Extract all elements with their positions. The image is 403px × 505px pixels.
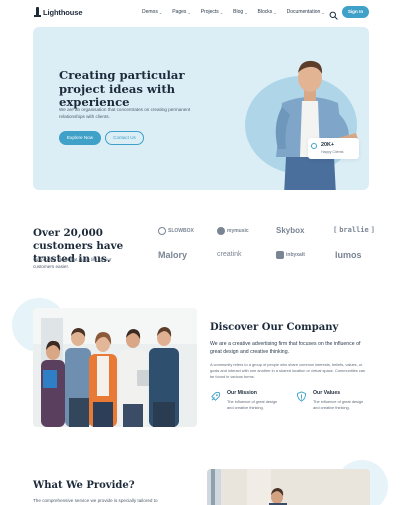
mission-description: The influence of great design and creati… xyxy=(227,399,278,411)
logo-text: Lighthouse xyxy=(43,7,83,17)
search-icon[interactable] xyxy=(329,7,338,20)
mission-title: Our Mission xyxy=(227,390,257,396)
brand-name: mymusic xyxy=(227,228,249,234)
menu-item-projects[interactable]: Projects ⌄ xyxy=(201,9,223,15)
brand-name: inbyxalt xyxy=(286,252,305,258)
team-illustration xyxy=(33,308,197,427)
brand-logo-skybox: Skybox xyxy=(276,226,304,235)
rocket-icon xyxy=(211,391,221,401)
hero-person-image xyxy=(275,60,358,190)
stat-label: Happy Clients xyxy=(321,150,344,154)
main-menu: Demos ⌄ Pages ⌄ Projects ⌄ Blog ⌄ Blocks ⌄ Do… xyxy=(142,9,325,15)
values-description: The influence of great design and creati… xyxy=(313,399,364,411)
brand-name: lumos xyxy=(335,250,362,260)
hero-title: Creating particular project ideas with e… xyxy=(59,68,185,109)
menu-label: Pages xyxy=(172,9,187,15)
menu-label: Demos xyxy=(142,9,158,15)
bracket-icon: [ xyxy=(333,226,338,234)
chevron-down-icon: ⌄ xyxy=(187,9,191,15)
provide-description: The comprehensive service we provide is … xyxy=(33,498,158,503)
stat-value: 20K+ xyxy=(321,142,335,148)
provide-title: What We Provide? xyxy=(33,480,135,491)
brand-logo-malory: Malory xyxy=(158,250,187,260)
office-illustration xyxy=(207,469,370,505)
brand-name: SLOWBOX xyxy=(168,228,194,234)
menu-label: Blocks xyxy=(257,9,273,15)
bracket-icon: ] xyxy=(370,226,375,234)
office-photo xyxy=(207,469,370,505)
shield-icon xyxy=(296,391,307,402)
brand-mark-icon xyxy=(158,227,166,235)
explore-now-button[interactable]: Explore Now xyxy=(59,131,101,145)
menu-item-pages[interactable]: Pages ⌄ xyxy=(172,9,191,15)
contact-us-button[interactable]: Contact Us xyxy=(105,131,144,145)
menu-label: Documentation xyxy=(286,9,321,15)
brand-name: brallie xyxy=(339,226,369,234)
brand-logo-inbyxalt: inbyxalt xyxy=(276,251,305,259)
hero-section: Creating particular project ideas with e… xyxy=(33,27,369,190)
customers-description: We provide ideas that make life for our … xyxy=(33,257,112,270)
brand-logo-brallie: [brallie] xyxy=(333,226,375,234)
lighthouse-logo-icon xyxy=(34,7,41,17)
menu-item-documentation[interactable]: Documentation ⌄ xyxy=(287,9,325,15)
sign-in-button[interactable]: Sign In xyxy=(342,6,369,18)
brand-name: creatink xyxy=(217,251,242,258)
menu-item-blog[interactable]: Blog ⌄ xyxy=(233,9,247,15)
hero-description: We are an organisation that concentrates… xyxy=(59,107,191,120)
brand-mark-icon xyxy=(217,227,225,235)
brand-name: Malory xyxy=(158,250,188,260)
brand-name: Skybox xyxy=(276,226,305,235)
chevron-down-icon: ⌄ xyxy=(219,9,224,15)
menu-label: Projects xyxy=(200,9,219,15)
values-title: Our Values xyxy=(313,390,341,396)
chevron-down-icon: ⌄ xyxy=(244,9,248,15)
chevron-down-icon: ⌄ xyxy=(273,9,277,15)
brand-logo-slowbox: SLOWBOX xyxy=(158,227,194,235)
happy-clients-card: 20K+ Happy Clients xyxy=(308,138,359,159)
brand-logo-creatink: creatink xyxy=(217,251,242,258)
brand-mark-icon xyxy=(276,251,284,259)
brand-logo-lumos: lumos xyxy=(335,250,362,260)
chevron-down-icon: ⌄ xyxy=(158,9,163,15)
discover-lead: We are a creative advertising firm that … xyxy=(210,341,361,356)
menu-label: Blog xyxy=(233,9,244,15)
logo[interactable]: Lighthouse xyxy=(34,7,83,17)
menu-item-blocks[interactable]: Blocks ⌄ xyxy=(258,9,277,15)
discover-title: Discover Our Company xyxy=(210,322,339,333)
brand-logo-mymusic: mymusic xyxy=(217,227,249,235)
discover-body: A community refers to a group of people … xyxy=(210,362,366,380)
menu-item-demos[interactable]: Demos ⌄ xyxy=(142,9,162,15)
chevron-down-icon: ⌄ xyxy=(321,9,325,15)
team-photo xyxy=(33,308,197,427)
top-navbar: Lighthouse Demos ⌄ Pages ⌄ Projects ⌄ Blog ⌄… xyxy=(0,0,403,26)
smile-icon xyxy=(311,143,317,149)
